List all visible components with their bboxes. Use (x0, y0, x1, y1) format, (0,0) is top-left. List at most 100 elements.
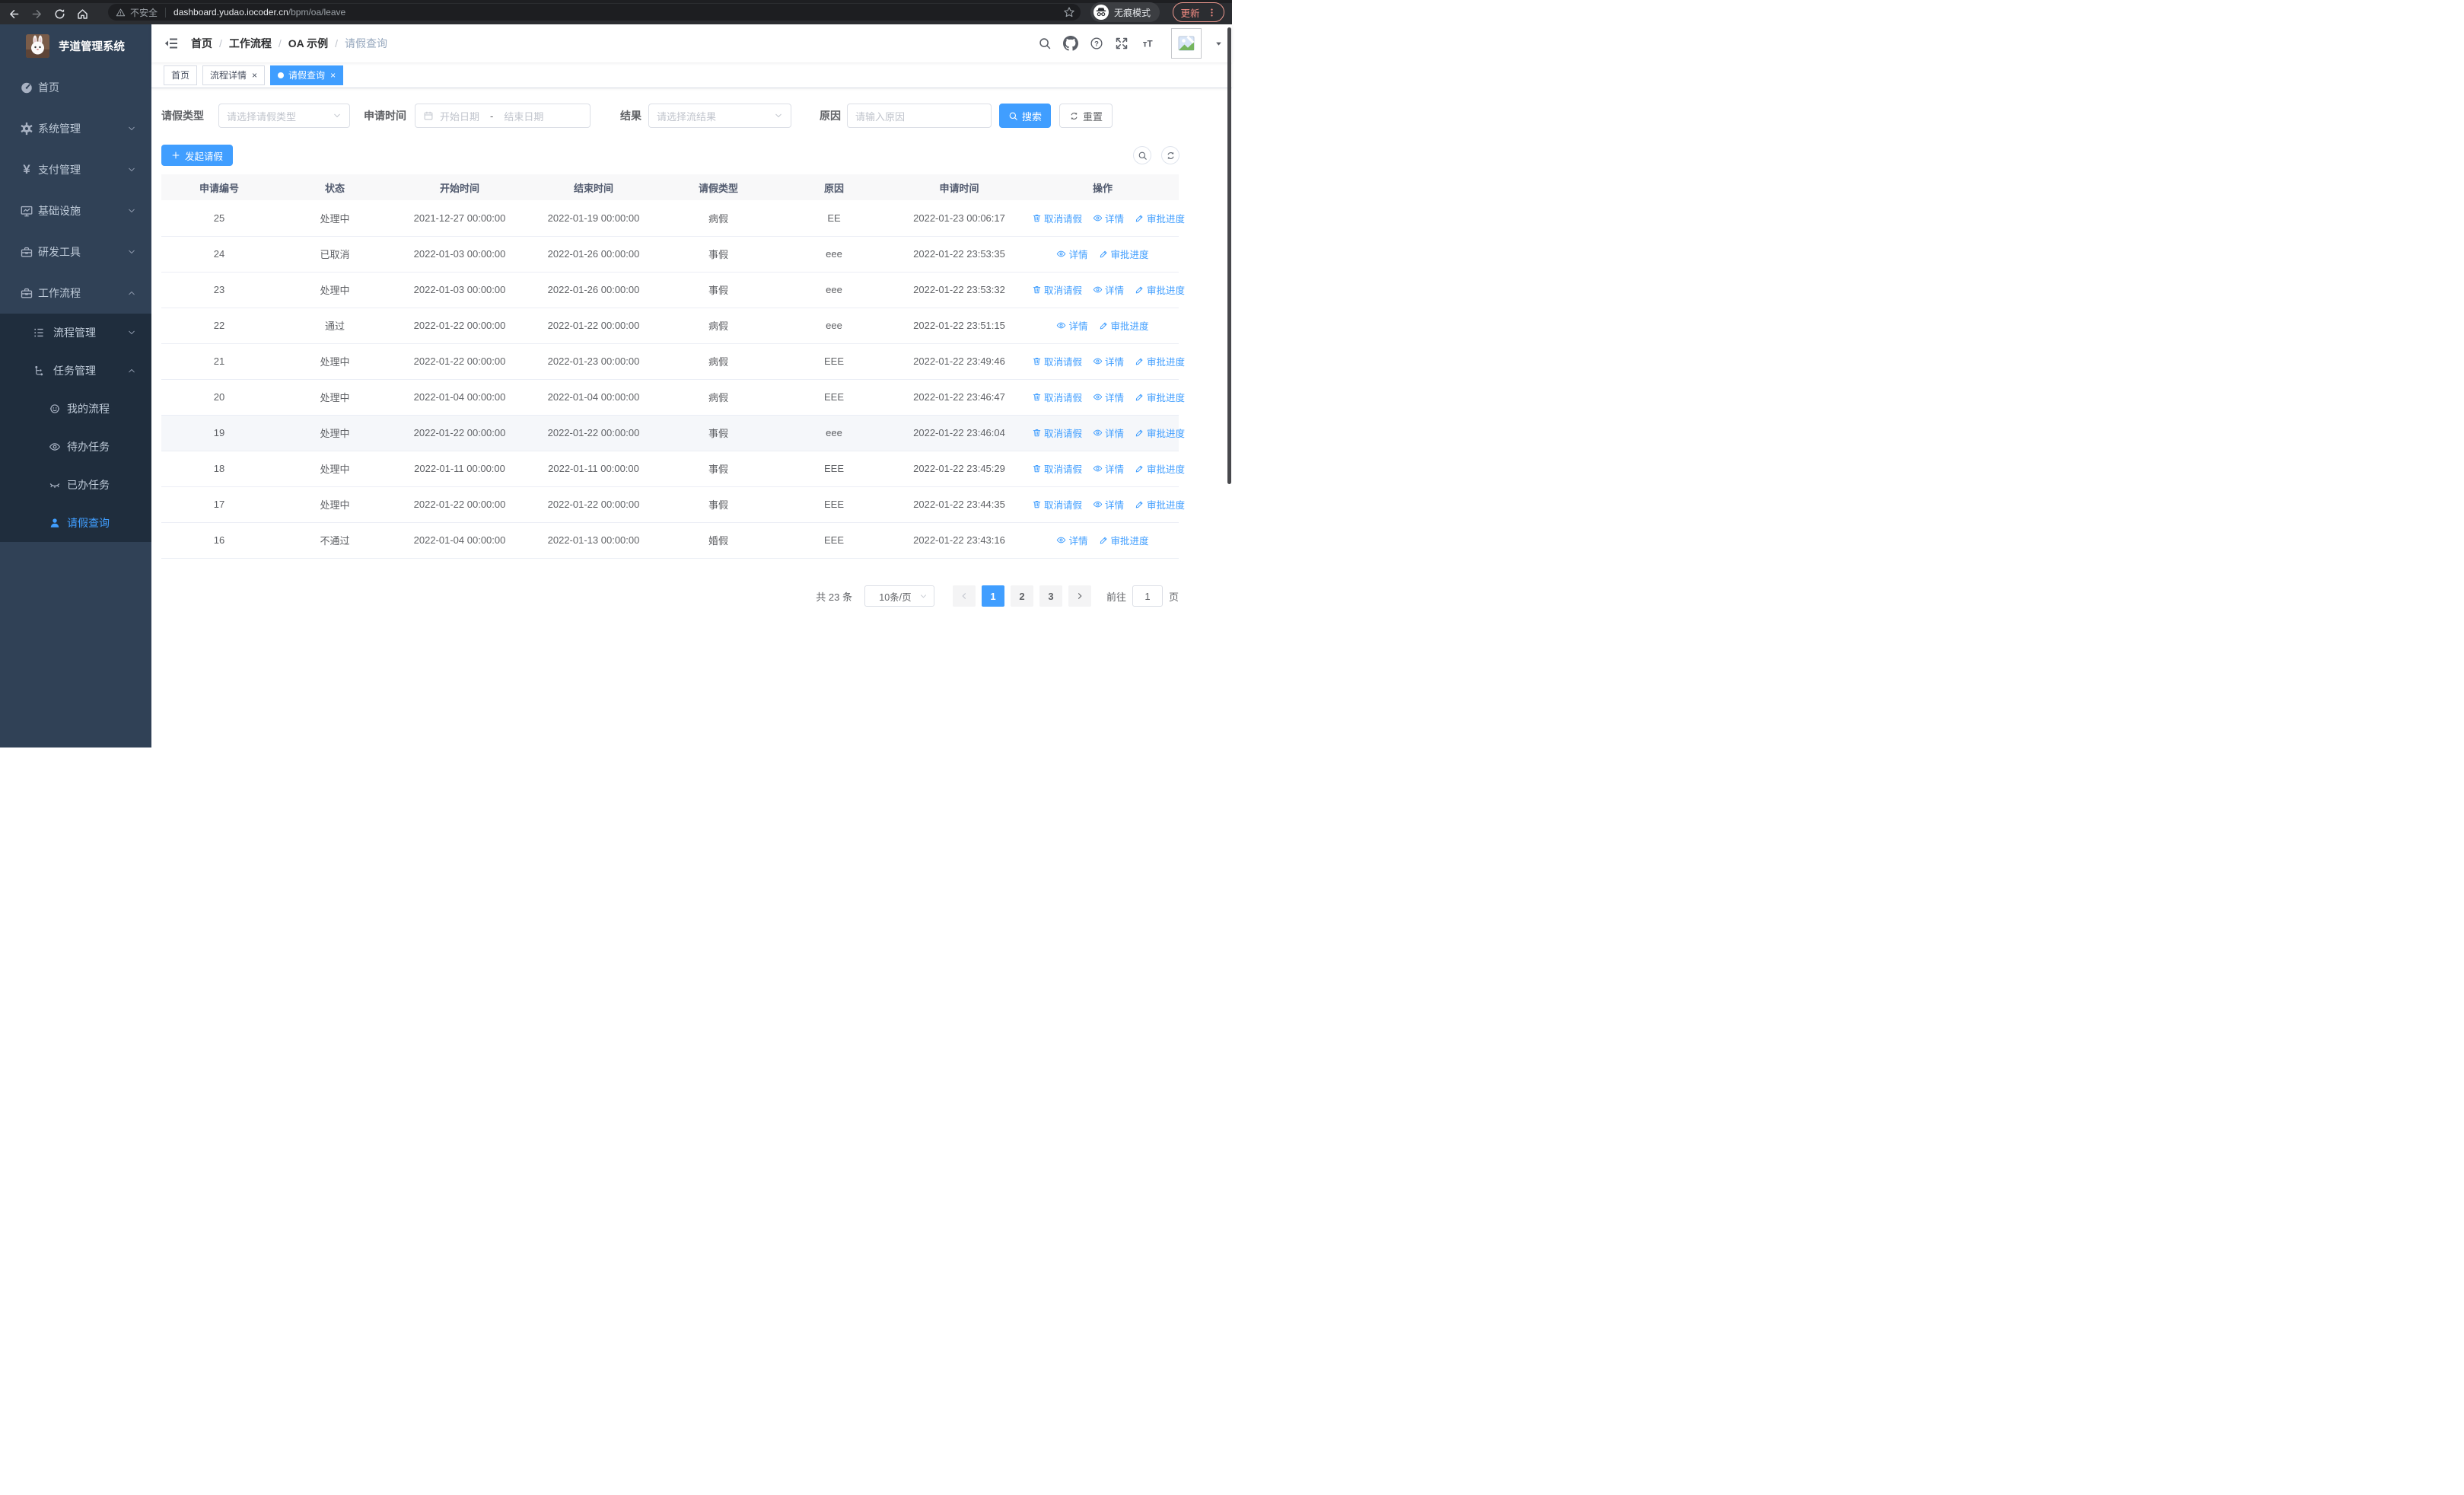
page-button-1[interactable]: 1 (981, 585, 1004, 607)
close-icon[interactable]: × (330, 71, 336, 80)
create-leave-button[interactable]: 发起请假 (161, 145, 234, 166)
sidebar-item-system[interactable]: 系统管理 (0, 108, 151, 149)
avatar[interactable] (1171, 28, 1202, 59)
cancel-leave-link[interactable]: 取消请假 (1032, 497, 1082, 512)
browser-forward-icon[interactable] (30, 8, 43, 21)
sidebar-item-my-process[interactable]: 我的流程 (0, 390, 151, 428)
page-button-3[interactable]: 3 (1039, 585, 1062, 607)
progress-link[interactable]: 审批进度 (1135, 497, 1185, 512)
bookmark-star-icon[interactable] (1063, 6, 1075, 18)
update-label[interactable]: 更新 (1180, 5, 1199, 20)
sidebar-item-devtools[interactable]: 研发工具 (0, 231, 151, 273)
progress-link[interactable]: 审批进度 (1135, 390, 1185, 404)
detail-link[interactable]: 详情 (1056, 247, 1088, 261)
tab-home[interactable]: 首页 (164, 65, 198, 85)
cancel-leave-link[interactable]: 取消请假 (1032, 282, 1082, 297)
browser-chrome: 不安全 dashboard.yudao.iocoder.cn/bpm/oa/le… (0, 0, 1232, 24)
next-page-button[interactable] (1068, 585, 1091, 607)
browser-update-button[interactable]: 更新 (1173, 2, 1224, 22)
progress-link[interactable]: 审批进度 (1135, 461, 1185, 476)
eye-icon (1056, 535, 1066, 545)
browser-home-icon[interactable] (76, 8, 89, 21)
cancel-leave-link[interactable]: 取消请假 (1032, 390, 1082, 404)
cancel-leave-link[interactable]: 取消请假 (1032, 211, 1082, 225)
sidebar-item-leave-query[interactable]: 请假查询 (0, 504, 151, 542)
app-logo[interactable]: 芋道管理系统 (0, 24, 151, 67)
eye-icon (1093, 464, 1103, 473)
tab-process-detail[interactable]: 流程详情 × (202, 65, 266, 85)
leave-type-select[interactable]: 请选择请假类型 (218, 104, 350, 128)
sidebar-toggle-icon[interactable] (164, 36, 179, 51)
sidebar-item-todo-tasks[interactable]: 待办任务 (0, 428, 151, 466)
sidebar-item-done-tasks[interactable]: 已办任务 (0, 466, 151, 504)
cancel-leave-link[interactable]: 取消请假 (1032, 354, 1082, 368)
apply-time-range-picker[interactable]: 开始日期 - 结束日期 (415, 104, 591, 128)
cell-apply: 2022-01-23 00:06:17 (892, 200, 1027, 237)
page-scrollbar[interactable] (1227, 27, 1231, 484)
search-button[interactable]: 搜索 (999, 104, 1051, 128)
search-icon[interactable] (1038, 37, 1052, 50)
sidebar-item-process-mgmt[interactable]: 流程管理 (0, 314, 151, 352)
sidebar-item-home[interactable]: 首页 (0, 67, 151, 108)
sidebar-item-workflow[interactable]: 工作流程 (0, 273, 151, 314)
progress-link[interactable]: 审批进度 (1099, 533, 1149, 547)
breadcrumb-home[interactable]: 首页 (191, 36, 212, 51)
trash-icon (1032, 428, 1042, 438)
progress-link[interactable]: 审批进度 (1135, 282, 1185, 297)
page-button-2[interactable]: 2 (1010, 585, 1033, 607)
goto-page-input[interactable] (1132, 585, 1163, 607)
close-icon[interactable]: × (252, 71, 257, 80)
chevron-down-icon (127, 328, 136, 337)
cell-apply: 2022-01-22 23:53:32 (892, 272, 1027, 308)
progress-link[interactable]: 审批进度 (1135, 211, 1185, 225)
progress-link[interactable]: 审批进度 (1135, 426, 1185, 440)
cell-reason: eee (776, 236, 892, 273)
cell-apply: 2022-01-22 23:45:29 (892, 451, 1027, 487)
progress-link[interactable]: 审批进度 (1135, 354, 1185, 368)
avatar-caret-icon[interactable] (1214, 40, 1223, 48)
sidebar-item-payment[interactable]: ¥ 支付管理 (0, 149, 151, 190)
detail-link[interactable]: 详情 (1093, 354, 1124, 368)
chevron-up-icon (127, 288, 136, 298)
address-bar[interactable]: 不安全 dashboard.yudao.iocoder.cn/bpm/oa/le… (108, 4, 1081, 21)
cancel-leave-link[interactable]: 取消请假 (1032, 426, 1082, 440)
browser-menu-dots-icon[interactable] (1207, 8, 1217, 18)
breadcrumb-oa-example[interactable]: OA 示例 (288, 36, 328, 51)
breadcrumb-workflow[interactable]: 工作流程 (229, 36, 272, 51)
refresh-table-button[interactable] (1161, 146, 1179, 164)
cell-id: 16 (161, 522, 277, 559)
show-search-toggle-button[interactable] (1133, 146, 1151, 164)
reset-button[interactable]: 重置 (1059, 104, 1113, 128)
font-size-icon[interactable] (1140, 37, 1157, 50)
detail-link[interactable]: 详情 (1093, 211, 1124, 225)
progress-link[interactable]: 审批进度 (1099, 247, 1149, 261)
detail-link[interactable]: 详情 (1056, 533, 1088, 547)
sidebar-item-task-mgmt[interactable]: 任务管理 (0, 352, 151, 390)
prev-page-button[interactable] (952, 585, 976, 607)
detail-link[interactable]: 详情 (1093, 497, 1124, 512)
browser-reload-icon[interactable] (53, 8, 66, 21)
result-select[interactable]: 请选择流结果 (648, 104, 791, 128)
cell-status: 处理中 (277, 200, 393, 237)
cancel-leave-link[interactable]: 取消请假 (1032, 461, 1082, 476)
detail-link[interactable]: 详情 (1093, 390, 1124, 404)
progress-link[interactable]: 审批进度 (1099, 318, 1149, 333)
reset-button-label: 重置 (1082, 110, 1103, 123)
col-id: 申请编号 (161, 174, 277, 200)
fullscreen-icon[interactable] (1115, 37, 1129, 50)
page-size-select[interactable]: 10条/页 (864, 585, 934, 607)
security-label[interactable]: 不安全 (130, 6, 158, 19)
detail-link[interactable]: 详情 (1056, 318, 1088, 333)
reason-input[interactable]: 请输入原因 (847, 104, 992, 128)
detail-link[interactable]: 详情 (1093, 282, 1124, 297)
tab-leave-query[interactable]: 请假查询 × (270, 65, 344, 85)
detail-link[interactable]: 详情 (1093, 426, 1124, 440)
sidebar-item-infra[interactable]: 基础设施 (0, 190, 151, 231)
eye-icon (1056, 320, 1066, 330)
github-icon[interactable] (1063, 36, 1078, 51)
help-icon[interactable] (1090, 37, 1103, 50)
browser-back-icon[interactable] (8, 8, 21, 21)
trash-icon (1032, 464, 1042, 473)
breadcrumb-current: 请假查询 (345, 37, 388, 49)
detail-link[interactable]: 详情 (1093, 461, 1124, 476)
